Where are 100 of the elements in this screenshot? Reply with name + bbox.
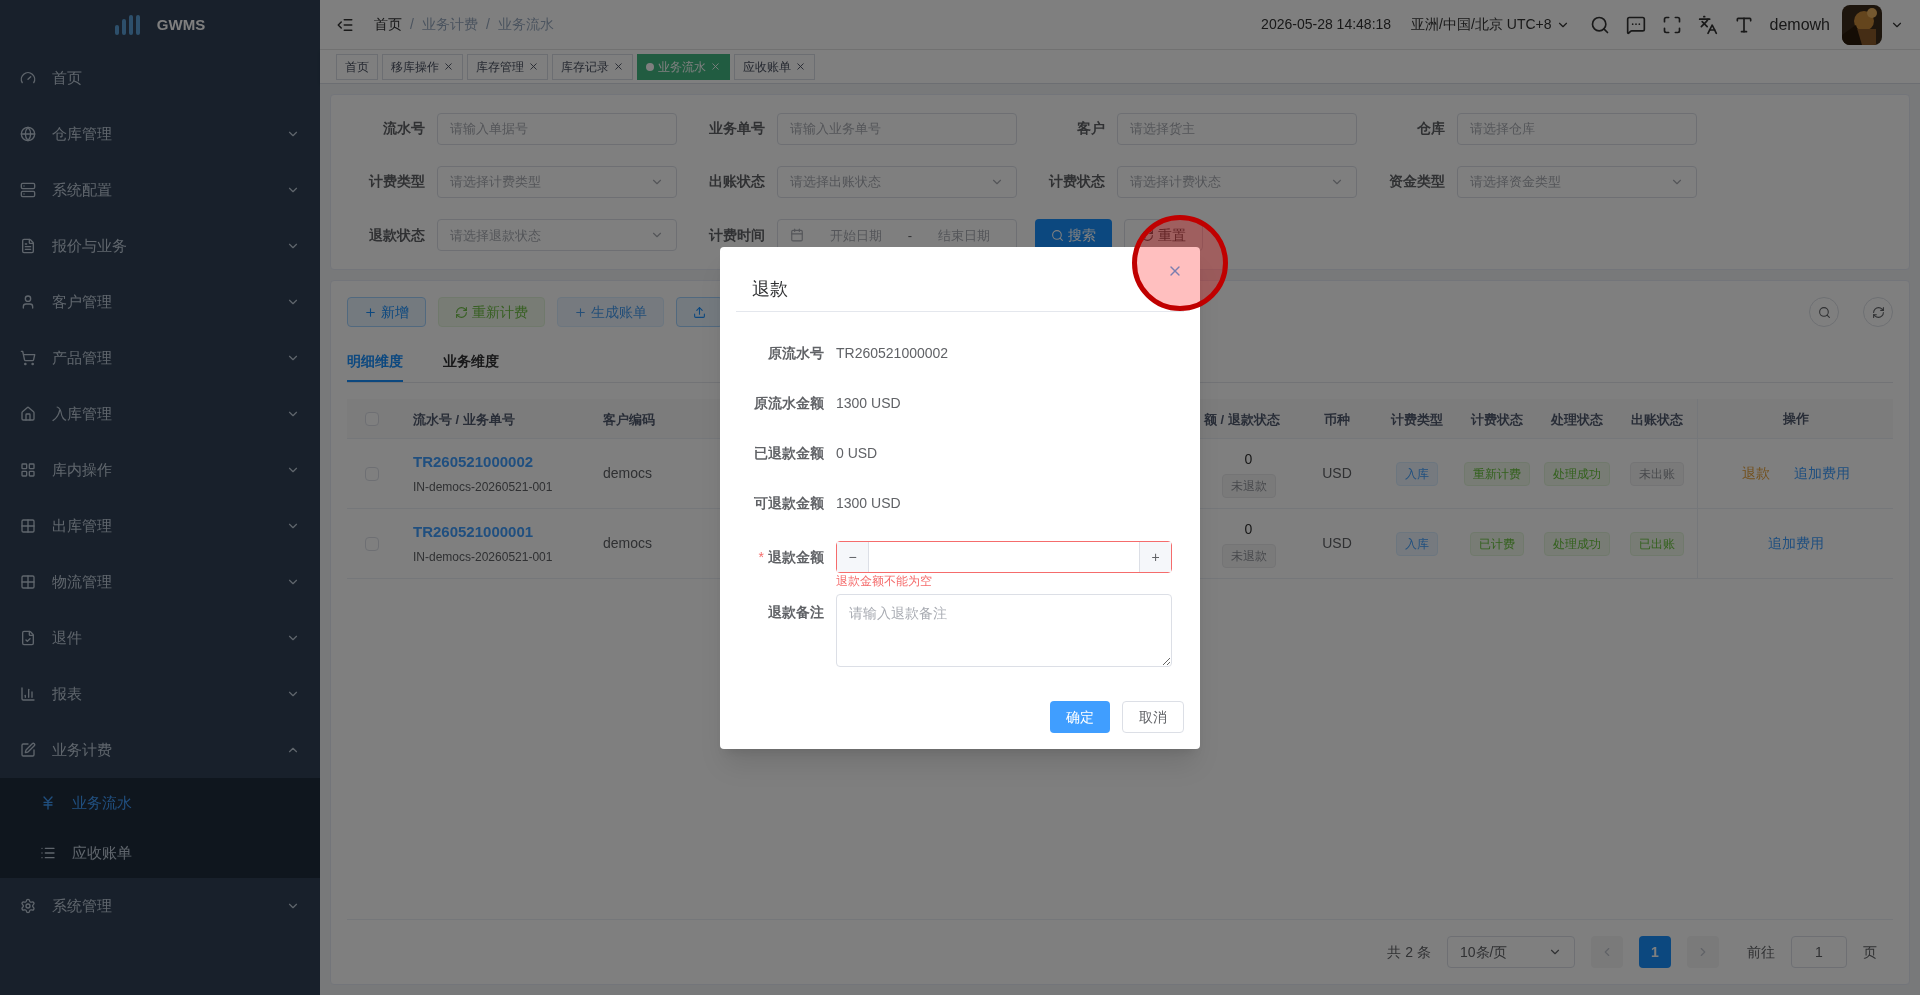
sidebar-item[interactable]: 出库管理 — [0, 498, 320, 554]
business-number: IN-democs-20260521-001 — [413, 478, 554, 496]
close-icon[interactable] — [443, 61, 454, 72]
sidebar-item[interactable]: 报表 — [0, 666, 320, 722]
sidebar-item[interactable]: 退件 — [0, 610, 320, 666]
page-tab[interactable]: 应收账单 — [734, 53, 815, 80]
form-value: TR260521000002 — [836, 343, 949, 363]
plus-icon — [364, 305, 377, 319]
column-header: 额 / 退款状态 — [1204, 411, 1280, 427]
view-tab[interactable]: 明细维度 — [347, 351, 403, 382]
breadcrumb-item[interactable]: 首页 — [374, 14, 402, 35]
status-tag: 已计费 — [1470, 531, 1524, 556]
action-link[interactable]: 追加费用 — [1793, 463, 1850, 484]
amount-text: 0 — [1244, 450, 1253, 469]
form-label: 退款金额 — [768, 547, 824, 567]
field-label: 仓库 — [1416, 119, 1446, 139]
logo-icon — [114, 15, 141, 35]
breadcrumb-separator: / — [410, 15, 414, 34]
toolbar-button[interactable]: 新增 — [347, 297, 426, 327]
field-label: 资金类型 — [1388, 172, 1446, 192]
remark-textarea[interactable]: 请输入退款备注 — [836, 594, 1172, 667]
serial-link[interactable]: TR260521000001 — [413, 521, 587, 544]
submenu-item[interactable]: 业务流水 — [0, 778, 320, 828]
page-size-select[interactable]: 10条/页 — [1447, 936, 1575, 968]
status-tag: 重新计费 — [1464, 461, 1530, 486]
refresh-icon — [1141, 228, 1154, 242]
column-header: 处理状态 — [1551, 411, 1603, 427]
form-label: 已退款金额 — [753, 443, 825, 463]
page-tab[interactable]: 移库操作 — [382, 53, 463, 80]
submenu-item[interactable]: 应收账单 — [0, 828, 320, 878]
close-icon[interactable] — [710, 61, 721, 72]
page-tab[interactable]: 库存记录 — [552, 53, 633, 80]
page-input[interactable]: 1 — [1791, 936, 1847, 968]
number-field[interactable]: − + — [836, 541, 1172, 573]
column-header: 出账状态 — [1631, 411, 1683, 427]
field-label: 退款状态 — [368, 225, 426, 245]
menu-icon — [20, 406, 36, 422]
sidebar-item[interactable]: 业务计费 — [0, 722, 320, 778]
increase-button[interactable]: + — [1139, 542, 1171, 572]
column-header: 操作 — [1782, 409, 1809, 428]
field-label: 计费状态 — [1047, 172, 1106, 192]
page-tab[interactable]: 库存管理 — [467, 53, 548, 80]
dialog-title: 退款 — [752, 278, 788, 301]
message-icon[interactable] — [1625, 14, 1646, 35]
search-icon[interactable] — [1589, 14, 1610, 35]
sidebar-item[interactable]: 库内操作 — [0, 442, 320, 498]
field-label: 计费类型 — [367, 172, 426, 192]
close-icon[interactable] — [528, 61, 539, 72]
username[interactable]: demowh — [1769, 12, 1830, 37]
form-label: 退款备注 — [767, 603, 825, 622]
status-tag: 入库 — [1396, 531, 1438, 556]
calendar-icon — [790, 228, 804, 243]
menu-icon — [20, 70, 36, 86]
status-tag: 处理成功 — [1544, 461, 1610, 486]
menu-icon — [20, 350, 36, 366]
sidebar-item[interactable]: 首页 — [0, 50, 320, 106]
form-label: 原流水号 — [767, 343, 825, 363]
column-header: 币种 — [1324, 411, 1350, 427]
datetime-text: 2026-05-28 14:48:18 — [1261, 15, 1392, 34]
sidebar-item[interactable]: 仓库管理 — [0, 106, 320, 162]
cancel-button[interactable]: 取消 — [1122, 701, 1184, 733]
close-icon[interactable] — [613, 61, 624, 72]
page-tab[interactable]: 首页 — [336, 53, 378, 80]
menu-icon — [20, 294, 36, 310]
form-value: 1300 USD — [836, 493, 901, 513]
serial-link[interactable]: TR260521000002 — [413, 451, 587, 474]
search-icon — [1817, 305, 1831, 319]
sidebar-item[interactable]: 报价与业务 — [0, 218, 320, 274]
page-number[interactable]: 1 — [1639, 936, 1671, 968]
column-header: 计费类型 — [1391, 411, 1443, 427]
decrease-button[interactable]: − — [837, 542, 869, 572]
table-cell: democs — [603, 535, 653, 551]
column-header: 计费状态 — [1471, 411, 1523, 427]
menu-icon — [20, 742, 36, 758]
form-value: 0 USD — [836, 443, 878, 463]
action-link[interactable]: 追加费用 — [1767, 533, 1824, 554]
status-tag: 已出账 — [1630, 531, 1684, 556]
app-logo-text: GWMS — [156, 14, 206, 35]
close-icon[interactable] — [795, 61, 806, 72]
plus-icon — [574, 305, 587, 319]
column-header: 流水号 / 业务单号 — [413, 411, 515, 427]
sidebar-item[interactable]: 系统配置 — [0, 162, 320, 218]
sidebar-item[interactable]: 物流管理 — [0, 554, 320, 610]
sidebar-item[interactable]: 客户管理 — [0, 274, 320, 330]
page-suffix: 页 — [1863, 942, 1877, 962]
page-tab[interactable]: 业务流水 — [637, 53, 730, 80]
fullscreen-icon[interactable] — [1661, 14, 1682, 35]
sidebar-item[interactable]: 系统管理 — [0, 878, 320, 934]
view-tab[interactable]: 业务维度 — [443, 351, 499, 382]
timezone-select[interactable]: 亚洲/中国/北京 UTC+8 — [1411, 14, 1570, 35]
toolbar-button[interactable] — [676, 297, 723, 327]
confirm-button[interactable]: 确定 — [1050, 701, 1110, 733]
language-icon[interactable] — [1697, 14, 1718, 35]
refresh-icon — [455, 305, 468, 319]
sidebar-item[interactable]: 入库管理 — [0, 386, 320, 442]
total-count: 共 2 条 — [1387, 942, 1431, 962]
upload-icon — [693, 305, 706, 319]
action-link[interactable]: 退款 — [1741, 463, 1770, 484]
search-icon — [1051, 228, 1064, 242]
sidebar-item[interactable]: 产品管理 — [0, 330, 320, 386]
